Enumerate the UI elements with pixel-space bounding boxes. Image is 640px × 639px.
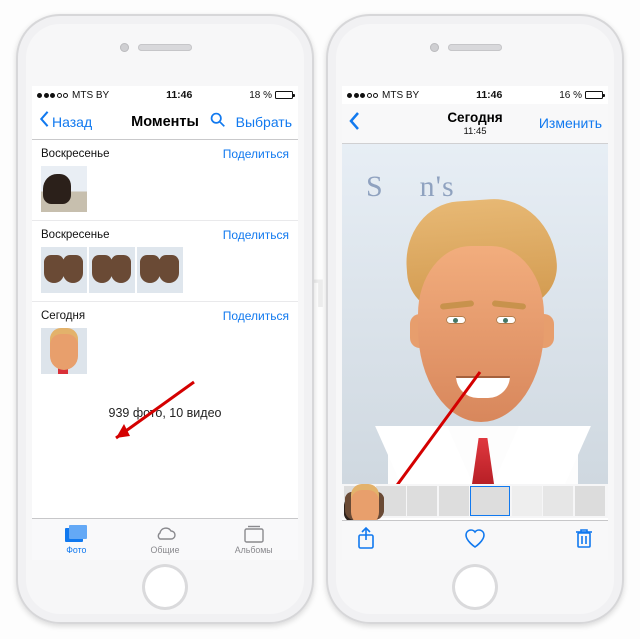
tab-label: Фото [66, 545, 86, 555]
toolbar [342, 520, 608, 560]
signal-icon [37, 93, 68, 98]
strip-thumbnail[interactable] [575, 486, 605, 516]
status-bar: MTS BY 11:46 16 % [342, 86, 608, 104]
speaker-grill [138, 44, 192, 51]
chevron-left-icon [38, 110, 50, 128]
carrier-label: MTS BY [382, 90, 419, 101]
tab-photos[interactable]: Фото [32, 519, 121, 560]
status-time: 11:46 [476, 89, 502, 101]
screen-left: MTS BY 11:46 18 % Назад Моменты [32, 86, 298, 560]
battery-percent: 16 % [559, 90, 582, 101]
library-summary: 939 фото, 10 видео [32, 382, 298, 420]
tab-shared[interactable]: Общие [121, 519, 210, 560]
strip-thumbnail-selected[interactable] [470, 486, 510, 516]
back-button[interactable] [348, 111, 360, 136]
nav-bar: Назад Моменты Выбрать [32, 104, 298, 140]
photo-thumbnail[interactable] [89, 247, 135, 293]
strip-thumbnail[interactable] [543, 486, 573, 516]
photos-icon [64, 524, 88, 544]
strip-thumbnail[interactable] [512, 486, 542, 516]
section-label: Воскресенье [41, 148, 110, 160]
delete-button[interactable] [574, 526, 594, 555]
photo-thumbnail[interactable] [41, 247, 87, 293]
chevron-left-icon [348, 111, 360, 131]
battery-indicator: 18 % [249, 90, 293, 101]
moments-section: Воскресенье Поделиться [32, 140, 298, 221]
portrait-illustration [360, 184, 590, 484]
share-button[interactable]: Поделиться [223, 147, 289, 161]
screen-right: MTS BY 11:46 16 % Сегодня 11:45 Из [342, 86, 608, 560]
photo-viewer[interactable]: S n's [342, 144, 608, 484]
speaker-grill [448, 44, 502, 51]
search-icon [209, 111, 226, 128]
moments-section: Сегодня Поделиться [32, 302, 298, 382]
share-button[interactable]: Поделиться [223, 228, 289, 242]
section-label: Воскресенье [41, 229, 110, 241]
front-camera [430, 43, 439, 52]
phone-left: MTS BY 11:46 18 % Назад Моменты [16, 14, 314, 624]
signal-icon [347, 93, 378, 98]
search-button[interactable] [209, 111, 226, 133]
home-button[interactable] [142, 564, 188, 610]
home-button[interactable] [452, 564, 498, 610]
select-button[interactable]: Выбрать [236, 114, 292, 130]
strip-thumbnail[interactable] [407, 486, 437, 516]
albums-icon [244, 524, 264, 544]
strip-thumbnail[interactable] [439, 486, 469, 516]
battery-icon [585, 91, 603, 99]
battery-percent: 18 % [249, 90, 272, 101]
phone-right: MTS BY 11:46 16 % Сегодня 11:45 Из [326, 14, 624, 624]
heart-icon [462, 526, 488, 550]
moments-section: Воскресенье Поделиться [32, 221, 298, 302]
tab-albums[interactable]: Альбомы [209, 519, 298, 560]
photo-thumbnail[interactable] [41, 166, 87, 212]
carrier-label: MTS BY [72, 90, 109, 101]
trash-icon [574, 526, 594, 550]
status-time: 11:46 [166, 89, 192, 101]
edit-button[interactable]: Изменить [539, 115, 602, 131]
front-camera [120, 43, 129, 52]
thumbnail-strip[interactable] [342, 484, 608, 518]
cloud-icon [152, 524, 178, 544]
tab-label: Альбомы [235, 545, 273, 555]
photo-thumbnail[interactable] [137, 247, 183, 293]
photo-thumbnail[interactable] [41, 328, 87, 374]
share-button[interactable]: Поделиться [223, 309, 289, 323]
battery-indicator: 16 % [559, 90, 603, 101]
back-label[interactable]: Назад [52, 114, 92, 130]
share-icon [356, 526, 376, 550]
tab-bar: Фото Общие Альбомы [32, 518, 298, 560]
tab-label: Общие [151, 545, 180, 555]
share-button[interactable] [356, 526, 376, 555]
status-bar: MTS BY 11:46 18 % [32, 86, 298, 104]
nav-bar: Сегодня 11:45 Изменить [342, 104, 608, 144]
favorite-button[interactable] [462, 526, 488, 555]
battery-icon [275, 91, 293, 99]
back-button[interactable] [38, 110, 50, 133]
section-label: Сегодня [41, 310, 85, 322]
